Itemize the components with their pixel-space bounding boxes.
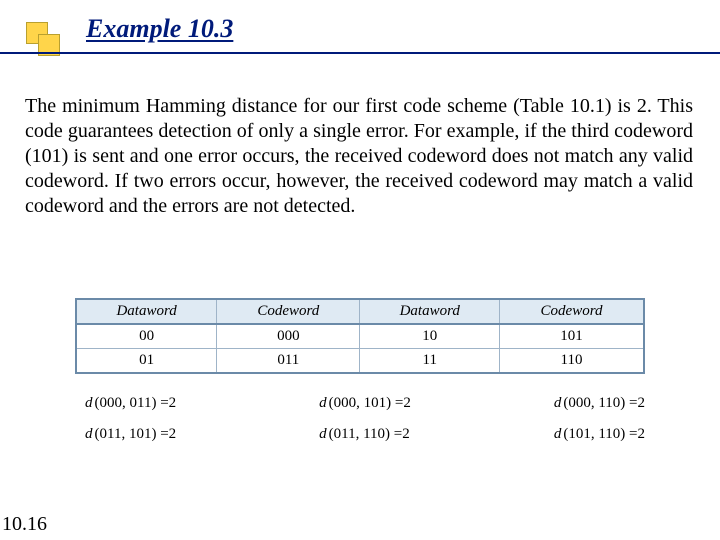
distance-entry: d(011, 110) =2 [319,426,411,443]
distance-value: =2 [629,395,645,411]
hamming-distance-list: d(000, 011) =2 d(011, 101) =2 d(000, 101… [85,395,645,443]
distance-symbol: d [85,426,93,442]
slide-heading: Example 10.3 [86,14,233,43]
table-header: Dataword [360,299,500,324]
distance-col: d(000, 110) =2 d(101, 110) =2 [554,395,645,443]
distance-entry: d(000, 011) =2 [85,395,176,412]
distance-symbol: d [554,395,562,411]
codeword-table-wrap: Dataword Codeword Dataword Codeword 00 0… [75,298,645,374]
table-cell: 01 [76,349,217,374]
distance-args: (011, 110) [329,426,390,442]
distance-col: d(000, 011) =2 d(011, 101) =2 [85,395,176,443]
distance-value: =2 [160,426,176,442]
heading-rule [0,52,720,54]
table-header: Dataword [76,299,217,324]
table-header: Codeword [500,299,644,324]
distance-symbol: d [554,426,562,442]
table-cell: 00 [76,324,217,349]
distance-entry: d(000, 110) =2 [554,395,645,412]
distance-value: =2 [629,426,645,442]
distance-symbol: d [85,395,93,411]
distance-entry: d(000, 101) =2 [319,395,411,412]
table-row: 00 000 10 101 [76,324,644,349]
distance-symbol: d [319,426,327,442]
distance-value: =2 [395,395,411,411]
table-cell: 101 [500,324,644,349]
distance-args: (011, 101) [95,426,157,442]
table-header: Codeword [217,299,360,324]
distance-symbol: d [319,395,327,411]
table-cell: 10 [360,324,500,349]
slide-number: 10.16 [2,513,47,536]
codeword-table: Dataword Codeword Dataword Codeword 00 0… [75,298,645,374]
distance-entry: d(011, 101) =2 [85,426,176,443]
distance-entry: d(101, 110) =2 [554,426,645,443]
table-cell: 011 [217,349,360,374]
distance-value: =2 [160,395,176,411]
table-row: 01 011 11 110 [76,349,644,374]
distance-args: (101, 110) [563,426,625,442]
table-cell: 11 [360,349,500,374]
table-cell: 110 [500,349,644,374]
distance-args: (000, 110) [563,395,625,411]
distance-col: d(000, 101) =2 d(011, 110) =2 [319,395,411,443]
distance-args: (000, 011) [95,395,157,411]
heading-wrap: Example 10.3 [86,14,233,44]
table-header-row: Dataword Codeword Dataword Codeword [76,299,644,324]
table-cell: 000 [217,324,360,349]
distance-value: =2 [394,426,410,442]
body-paragraph: The minimum Hamming distance for our fir… [25,94,693,219]
distance-args: (000, 101) [329,395,392,411]
